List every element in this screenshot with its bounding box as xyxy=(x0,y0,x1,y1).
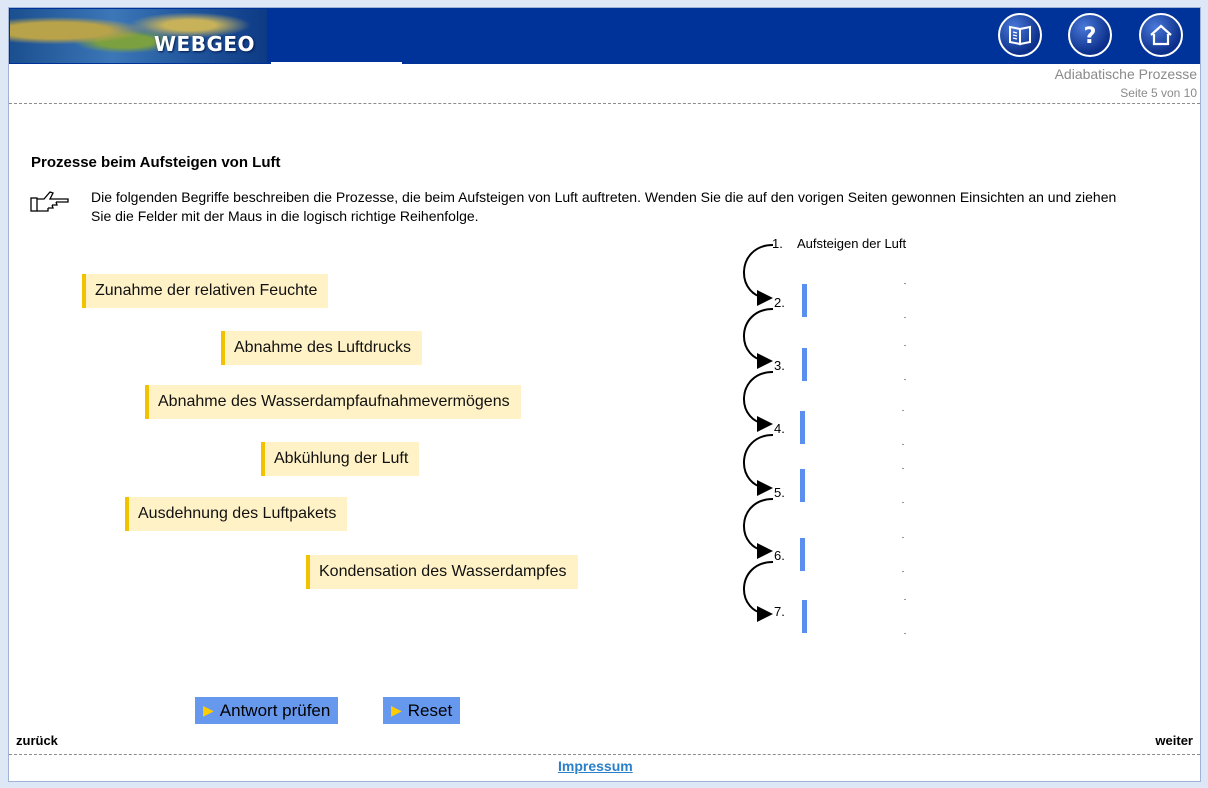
reset-button[interactable]: ▶ Reset xyxy=(383,697,461,724)
draggable-term[interactable]: Abkühlung der Luft xyxy=(261,442,420,476)
step-number: 5. xyxy=(774,485,785,500)
check-answer-label: Antwort prüfen xyxy=(219,701,331,720)
next-link[interactable]: weiter xyxy=(1155,733,1193,748)
step-number: 4. xyxy=(774,421,785,436)
slot-dot xyxy=(904,283,906,284)
page-title: Prozesse beim Aufsteigen von Luft xyxy=(31,154,281,171)
help-icon: ? xyxy=(1084,24,1097,48)
slot-dot xyxy=(902,537,904,538)
home-button[interactable] xyxy=(1139,13,1183,57)
page-frame: WEBGEO ? Adiabatische Prozesse Seite 5 v… xyxy=(8,7,1201,782)
drop-slot-6[interactable] xyxy=(800,538,805,571)
back-link[interactable]: zurück xyxy=(16,733,58,748)
draggable-term[interactable]: Abnahme des Luftdrucks xyxy=(221,331,422,365)
check-answer-button[interactable]: ▶ Antwort prüfen xyxy=(195,697,339,724)
drop-slot-4[interactable] xyxy=(800,411,805,444)
step-number: 7. xyxy=(774,604,785,619)
help-button[interactable]: ? xyxy=(1068,13,1112,57)
step-number: 2. xyxy=(774,295,785,310)
book-icon xyxy=(1009,25,1031,46)
play-icon: ▶ xyxy=(391,702,402,718)
drop-slot-5[interactable] xyxy=(800,469,805,502)
impressum-link[interactable]: Impressum xyxy=(558,758,633,774)
draggable-term[interactable]: Zunahme der relativen Feuchte xyxy=(82,274,329,308)
page-topic: Adiabatische Prozesse xyxy=(1054,66,1197,82)
divider-top xyxy=(9,103,1200,104)
slot-dot xyxy=(904,633,906,634)
drop-slot-7[interactable] xyxy=(802,600,807,633)
slot-dot xyxy=(902,571,904,572)
play-icon: ▶ xyxy=(203,702,214,718)
sequence-arrows xyxy=(743,244,774,622)
draggable-term[interactable]: Abnahme des Wasserdampfaufnahmevermögens xyxy=(145,385,521,419)
slot-dot xyxy=(904,379,906,380)
step-number: 6. xyxy=(774,548,785,563)
reset-label: Reset xyxy=(407,701,453,720)
webgeo-logo: WEBGEO xyxy=(10,9,267,63)
home-icon xyxy=(1150,24,1172,46)
draggable-term[interactable]: Kondensation des Wasserdampfes xyxy=(306,555,578,589)
slot-dot xyxy=(902,468,904,469)
drop-slot-3[interactable] xyxy=(802,348,807,381)
step-number: 3. xyxy=(774,358,785,373)
page-counter: Seite 5 von 10 xyxy=(1120,86,1197,100)
slot-dot xyxy=(904,599,906,600)
drop-slot-2[interactable] xyxy=(802,284,807,317)
header-divider xyxy=(271,62,402,65)
pointing-hand-icon xyxy=(30,189,70,218)
step-number: 1. xyxy=(772,236,783,251)
glossary-button[interactable] xyxy=(998,13,1042,57)
slot-dot xyxy=(904,345,906,346)
svg-text:?: ? xyxy=(1084,24,1097,48)
draggable-term[interactable]: Ausdehnung des Luftpakets xyxy=(125,497,348,531)
divider-bottom xyxy=(9,754,1200,755)
slot-dot xyxy=(902,444,904,445)
slot-dot xyxy=(902,410,904,411)
step-1-label: Aufsteigen der Luft xyxy=(797,236,907,251)
slot-dot xyxy=(902,502,904,503)
slot-dot xyxy=(904,317,906,318)
header-bar: WEBGEO ? xyxy=(9,8,1200,65)
logo-text: WEBGEO xyxy=(154,32,256,56)
instruction-text: Die folgenden Begriffe beschreiben die P… xyxy=(91,189,1117,224)
